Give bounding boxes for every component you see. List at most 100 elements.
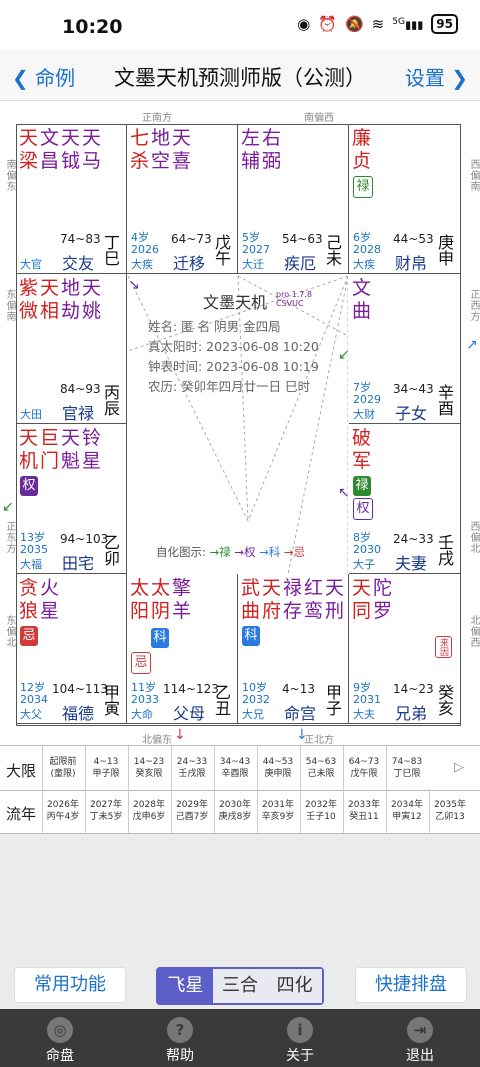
nav-bar: ❮ 命例 文墨天机预测师版（公测） 设置 ❯ [0,50,480,101]
wifi-icon: ≋ [371,15,385,33]
back-label: 命例 [35,66,76,90]
back-button[interactable]: ❮ 命例 [12,62,75,91]
palace-range: 4~13 [282,682,315,696]
liunian-cell[interactable]: 2033年 癸丑11 [343,799,385,823]
sihua-badge-权: 权 [353,498,373,520]
direction-top-left: 正南方 [142,113,172,124]
status-icons: ◉ ⏰ 🔕 ≋ 5G▮▮▮ 95 [297,14,458,34]
palace-daxian-tag: 大田 [20,408,42,421]
arrow-ke-icon: ↗ [466,337,478,353]
palace-11[interactable]: 天同陀罗来因 9岁 2031 14~23 兄弟 大夫 癸亥 [349,574,461,724]
cell-divider [85,789,86,833]
palace-name: 交友 [62,254,95,273]
direction-right-3: 西偏北 [468,521,479,554]
star: 左辅 [241,127,261,172]
chevron-left-icon: ❮ [12,66,29,90]
liunian-cell[interactable]: 2032年 壬子10 [300,799,342,823]
tab-exit[interactable]: ⇥ 退出 [360,1009,480,1065]
star: 地空 [151,127,171,172]
liunian-cell[interactable]: 2030年 庚戌8岁 [214,799,256,823]
palace-age: 4岁 2026 [131,231,159,256]
palace-8[interactable]: 贪狼火星忌 12岁 2034 104~113 福德 大父 甲寅 [16,574,127,724]
daxian-cell[interactable]: 24~33 壬戌限 [171,756,213,780]
palace-name: 夫妻 [395,554,428,573]
palace-name: 田宅 [62,554,95,573]
chart-mode-segment: 飞星 三合 四化 [156,967,324,1005]
liunian-cell[interactable]: 2029年 己酉7岁 [171,799,213,823]
laiyin-badge: 来因 [435,636,452,658]
direction-right-4: 北偏西 [468,615,479,648]
tab-sanhe[interactable]: 三合 [212,969,268,1003]
liunian-cell[interactable]: 2031年 辛亥9岁 [257,799,299,823]
settings-button[interactable]: 设置 ❯ [405,62,468,91]
center-title: 文墨天机 [203,293,268,312]
sihua-badge-禄: 禄 [353,476,371,496]
quick-chart-button[interactable]: 快捷排盘 [355,967,467,1003]
star: 陀罗 [373,577,393,622]
palace-stem-branch: 丁巳 [101,234,120,266]
palace-6[interactable]: 天机巨门天魁铃星权 13岁 2035 94~103 田宅 大福 乙卯 [16,424,127,574]
palace-stem-branch: 甲寅 [101,684,120,716]
cell-divider [128,746,129,790]
sihua-badge-忌: 忌 [20,626,38,646]
tab-about[interactable]: i 关于 [240,1009,360,1065]
daxian-cell[interactable]: 4~13 甲子限 [85,756,127,780]
daxian-row: 大限 起限前 (童限) 4~13 甲子限 14~23 癸亥限 24~33 壬戌限 34~43 辛酉… [0,745,480,791]
palace-5[interactable]: 文曲 7岁 2029 34~43 子女 大财 辛酉 [349,274,461,424]
palace-stem-branch: 庚申 [435,234,454,266]
palace-name: 福德 [62,704,95,723]
cell-divider [343,789,344,833]
daxian-more-button[interactable]: ▷ [438,761,480,774]
direction-left-4: 东偏北 [4,615,15,648]
palace-4[interactable]: 紫微天相地劫天姚 84~93 官禄 大田 丙辰 [16,274,127,424]
cell-divider [300,789,301,833]
daxian-cell[interactable]: 34~43 辛酉限 [214,756,256,780]
liunian-cell[interactable]: 2035年 乙卯13 [429,799,471,823]
daxian-cell[interactable]: 14~23 癸亥限 [128,756,170,780]
palace-age: 6岁 2028 [353,231,381,256]
arrow-quan-2-icon: ↖ [338,485,350,501]
cell-divider [214,789,215,833]
daxian-cell[interactable]: 44~53 庚申限 [257,756,299,780]
cell-divider [300,746,301,790]
palace-range: 84~93 [60,382,101,396]
cell-divider [85,746,86,790]
liunian-cell[interactable]: 2034年 甲寅12 [386,799,428,823]
direction-right-1: 西偏南 [468,159,479,192]
exit-icon: ⇥ [407,1017,433,1043]
common-functions-button[interactable]: 常用功能 [14,967,126,1003]
tab-help[interactable]: ? 帮助 [120,1009,240,1065]
palace-9[interactable]: 太阳太阴擎羊科忌 11岁 2033 114~123 父母 大命 乙丑 [127,574,238,724]
liunian-cell[interactable]: 2027年 丁未5岁 [85,799,127,823]
daxian-cell[interactable]: 74~83 丁巳限 [386,756,428,780]
palace-range: 44~53 [393,232,434,246]
tab-sihua[interactable]: 四化 [267,969,323,1003]
star: 天喜 [172,127,192,172]
cell-divider [429,789,430,833]
palace-2[interactable]: 左辅右弼 5岁 2027 54~63 疾厄 大迁 己未 [238,124,349,274]
daxian-cell[interactable]: 起限前 (童限) [42,756,84,780]
palace-7[interactable]: 破军禄权 8岁 2030 24~33 夫妻 大子 壬戌 [349,424,461,574]
settings-label: 设置 [404,66,445,90]
direction-top-right: 南偏西 [304,113,334,124]
daxian-cell[interactable]: 54~63 己未限 [300,756,342,780]
tab-mingpan[interactable]: ◎ 命盘 [0,1009,120,1065]
arrow-lu-icon: ↙ [338,347,350,363]
liunian-cell[interactable]: 2028年 戊申6岁 [128,799,170,823]
tab-feixing[interactable]: 飞星 [158,969,213,1003]
center-name-line: 姓名: 匿 名 阴男 金四局 [148,319,281,334]
palace-3[interactable]: 廉贞禄 6岁 2028 44~53 财帛 大疾 庚申 [349,124,461,274]
star: 天姚 [82,277,102,322]
battery-icon: 95 [431,14,458,34]
star: 火星 [40,577,60,622]
daxian-cell[interactable]: 64~73 戊午限 [343,756,385,780]
palace-10[interactable]: 武曲天府禄存红鸾天刑科 10岁 2032 4~13 命宫 大兄 甲子 [238,574,349,724]
liunian-cell[interactable]: 2026年 丙午4岁 [42,799,84,823]
daxian-label: 大限 [5,762,36,780]
sihua-badge-禄: 禄 [353,176,373,198]
direction-right-2: 正西方 [468,289,479,322]
palace-0[interactable]: 天梁文昌天钺天马 74~83 交友 大官 丁巳 [16,124,127,274]
palace-1[interactable]: 七杀地空天喜 4岁 2026 64~73 迁移 大疾 戊午 [127,124,238,274]
mute-icon: 🔕 [344,15,364,33]
star: 廉贞 [352,127,372,172]
